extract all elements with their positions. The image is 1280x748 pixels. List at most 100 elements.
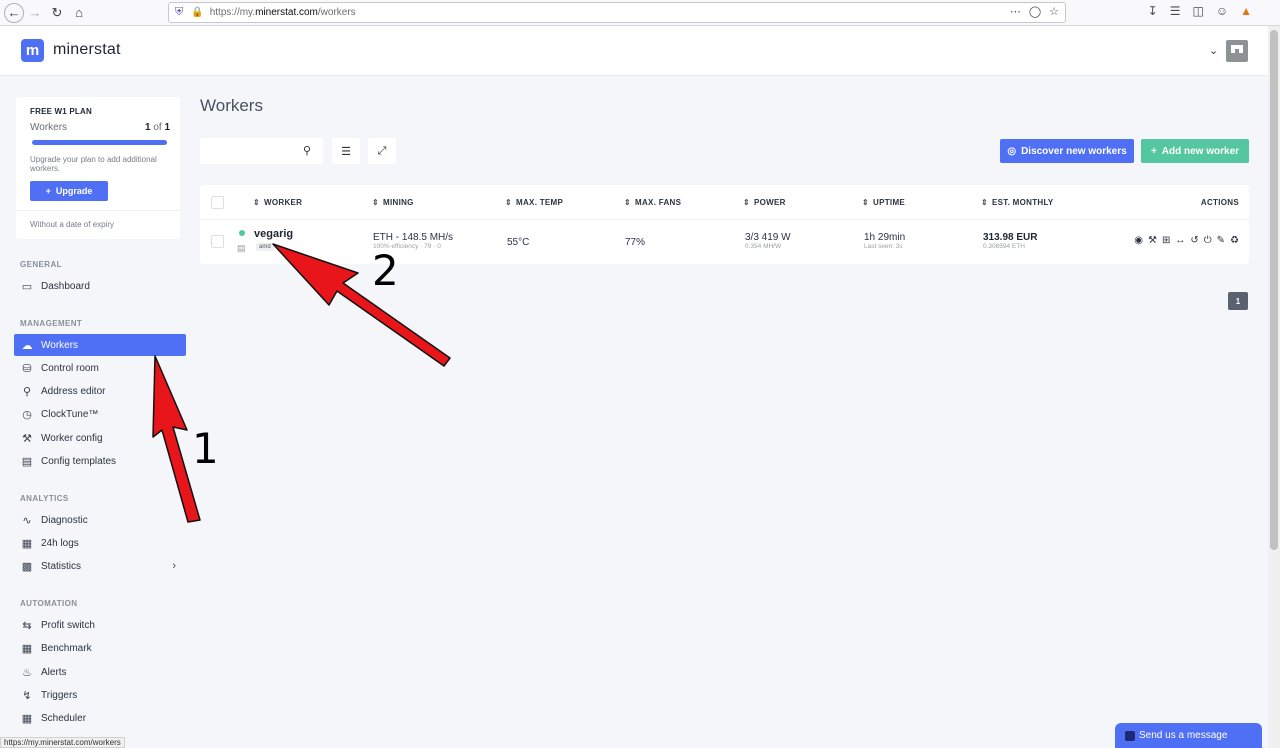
sidebar-item-worker-config[interactable]: ⚒ Worker config <box>14 427 186 449</box>
arrows-horizontal-icon[interactable]: ↔ <box>1175 235 1185 246</box>
shield-icon: ⛁ <box>22 362 32 375</box>
page-actions-icon[interactable]: ⋯ <box>1010 5 1021 18</box>
sidebar-item-workers[interactable]: ☁ Workers <box>14 334 186 356</box>
trash-icon[interactable]: ♻ <box>1230 235 1239 246</box>
worker-name[interactable]: vegarig <box>254 228 293 240</box>
extension-fox-icon[interactable]: ▲ <box>1240 4 1252 18</box>
uptime-sub: Last seen: 3s <box>864 243 903 250</box>
sidebar-item-triggers[interactable]: ↯ Triggers <box>14 684 186 706</box>
library-icon[interactable]: ☰ <box>1170 4 1181 18</box>
cloud-icon: ☁ <box>21 339 33 352</box>
mining-value: ETH - 148.5 MH/s <box>373 232 454 243</box>
note-icon[interactable]: ▤ <box>237 243 246 254</box>
bookmark-star-icon[interactable]: ☆ <box>1049 5 1059 18</box>
plan-worker-count: 1 of 1 <box>144 122 170 133</box>
row-checkbox[interactable] <box>211 235 224 248</box>
logo-mark[interactable]: m <box>21 39 44 62</box>
online-status-dot <box>239 230 245 236</box>
bell-icon: ♨ <box>22 666 32 679</box>
sidebar-item-config-templates[interactable]: ▤ Config templates <box>14 450 186 472</box>
add-worker-button[interactable]: + Add new worker <box>1141 139 1249 163</box>
sort-icon: ⇕ <box>981 198 989 207</box>
sidebar-item-clocktune[interactable]: ◷ ClockTune™ <box>14 403 186 425</box>
search-icon[interactable]: ⚲ <box>303 144 311 157</box>
eye-icon[interactable]: ◉ <box>1134 235 1143 246</box>
pulse-icon: ∿ <box>22 514 32 527</box>
url-text: https://my.minerstat.com/workers <box>209 7 356 18</box>
back-icon[interactable]: ← <box>4 2 24 23</box>
route-icon[interactable]: ⊞ <box>1162 235 1170 246</box>
account-icon[interactable]: ☺ <box>1216 4 1228 18</box>
edit-icon[interactable]: ✎ <box>1217 235 1225 246</box>
divider <box>200 219 1249 220</box>
wrench-icon[interactable]: ⚒ <box>1148 235 1157 246</box>
sidebar-item-control-room[interactable]: ⛁ Control room <box>14 357 186 379</box>
filter-button[interactable]: ☰ <box>332 138 360 164</box>
lock-icon[interactable]: 🔒 <box>191 7 203 18</box>
fans-value: 77% <box>625 237 646 248</box>
pocket-icon[interactable]: ◯ <box>1029 5 1041 18</box>
plan-card: FREE W1 PLAN Workers 1 of 1 Upgrade your… <box>16 97 180 239</box>
plan-title: FREE W1 PLAN <box>30 107 92 116</box>
fullscreen-button[interactable]: ⤢ <box>368 138 396 164</box>
status-url: https://my.minerstat.com/workers <box>0 737 125 748</box>
monthly-value: 313.98 EUR <box>983 232 1038 243</box>
sidebar-item-benchmark[interactable]: ▦ Benchmark <box>14 637 186 659</box>
column-max-temp[interactable]: ⇕ MAX. TEMP <box>505 198 563 207</box>
plan-workers-label: Workers <box>30 122 68 133</box>
key-icon: ⚲ <box>22 385 32 398</box>
sidebar-item-24h-logs[interactable]: ▦ 24h logs <box>14 532 186 554</box>
column-mining[interactable]: ⇕ MINING <box>372 198 414 207</box>
sidebar-item-profit-switch[interactable]: ⇆ Profit switch <box>14 614 186 636</box>
sync-icon[interactable]: ↺ <box>1190 235 1198 246</box>
section-management: MANAGEMENT <box>20 319 83 328</box>
column-max-fans[interactable]: ⇕ MAX. FANS <box>624 198 681 207</box>
workers-table: ⇕ WORKER ⇕ MINING ⇕ MAX. TEMP ⇕ MAX. FANS ⇕ P… <box>200 185 1249 264</box>
sidebar-item-statistics[interactable]: ▩ Statistics › <box>14 555 186 577</box>
logo-text[interactable]: minerstat <box>53 41 121 59</box>
sidebar-item-alerts[interactable]: ♨ Alerts <box>14 661 186 683</box>
address-bar[interactable]: ⛨ 🔒 https://my.minerstat.com/workers ⋯ ◯… <box>168 2 1066 23</box>
monitor-icon: ▭ <box>21 280 33 293</box>
tracking-shield-icon[interactable]: ⛨ <box>175 6 183 19</box>
sort-icon: ⇕ <box>862 198 870 207</box>
uptime-value: 1h 29min <box>864 232 906 243</box>
sidebar-item-dashboard[interactable]: ▭ Dashboard <box>14 275 186 297</box>
search-input[interactable]: ⚲ <box>200 138 323 164</box>
power-sub: 0.354 MH/W <box>745 243 782 250</box>
column-uptime[interactable]: ⇕ UPTIME <box>862 198 905 207</box>
chevron-down-icon[interactable]: ⌄ <box>1209 44 1218 57</box>
sidebar-toggle-icon[interactable]: ◫ <box>1193 4 1204 18</box>
downloads-icon[interactable]: ↧ <box>1148 4 1158 18</box>
upgrade-button[interactable]: + Upgrade <box>30 181 108 201</box>
row-actions: ◉ ⚒ ⊞ ↔ ↺ ⏻ ✎ ♻ <box>1134 235 1239 246</box>
sort-icon: ⇕ <box>372 198 380 207</box>
power-icon[interactable]: ⏻ <box>1204 235 1212 246</box>
chat-button[interactable]: Send us a message <box>1115 723 1262 748</box>
forward-icon[interactable]: → <box>24 2 46 24</box>
avatar[interactable] <box>1226 40 1248 62</box>
sidebar-item-diagnostic[interactable]: ∿ Diagnostic <box>14 509 186 531</box>
document-icon: ▤ <box>21 455 33 468</box>
monthly-sub: 0.308594 ETH <box>983 243 1025 250</box>
sliders-icon: ☰ <box>341 145 351 158</box>
page-scrollbar[interactable] <box>1268 26 1280 748</box>
reload-icon[interactable]: ↻ <box>46 2 68 24</box>
column-power[interactable]: ⇕ POWER <box>743 198 786 207</box>
home-icon[interactable]: ⌂ <box>68 2 90 24</box>
column-est-monthly[interactable]: ⇕ EST. MONTHLY <box>981 198 1054 207</box>
benchmark-icon: ▦ <box>21 642 33 655</box>
section-analytics: ANALYTICS <box>20 494 69 503</box>
bar-chart-icon: ▩ <box>21 560 33 573</box>
sort-icon: ⇕ <box>505 198 513 207</box>
select-all-checkbox[interactable] <box>211 196 224 209</box>
power-value: 3/3 419 W <box>745 232 791 243</box>
discover-workers-button[interactable]: ◎ Discover new workers <box>1000 139 1134 163</box>
pagination-page[interactable]: 1 <box>1228 292 1248 310</box>
plan-expiry: Without a date of expiry <box>30 220 115 229</box>
sidebar-item-scheduler[interactable]: ▦ Scheduler <box>14 707 186 729</box>
column-worker[interactable]: ⇕ WORKER <box>253 198 302 207</box>
radar-icon: ◎ <box>1007 145 1017 157</box>
plan-description: Upgrade your plan to add additional work… <box>30 155 157 173</box>
sidebar-item-address-editor[interactable]: ⚲ Address editor <box>14 380 186 402</box>
